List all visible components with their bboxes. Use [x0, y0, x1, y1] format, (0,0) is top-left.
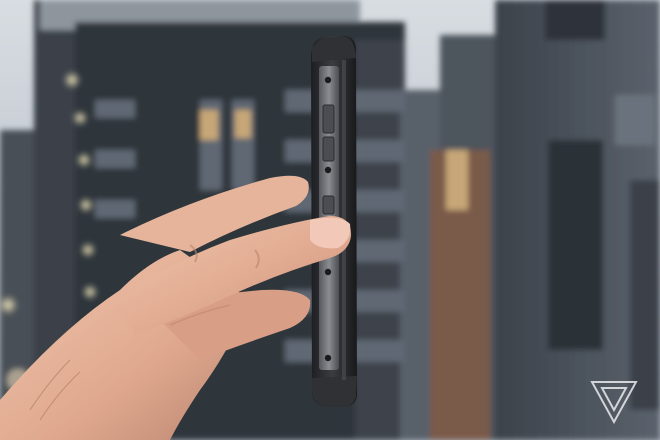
- photo-scene: [0, 0, 660, 440]
- volume-up-button: [322, 104, 335, 134]
- volume-down-button: [322, 136, 335, 162]
- photo: [0, 0, 660, 440]
- power-button: [322, 195, 335, 215]
- verge-logo-icon: [590, 381, 638, 424]
- screw-icon: [324, 166, 332, 174]
- screw-icon: [324, 354, 332, 362]
- screw-icon: [324, 76, 332, 84]
- screw-icon: [324, 268, 332, 276]
